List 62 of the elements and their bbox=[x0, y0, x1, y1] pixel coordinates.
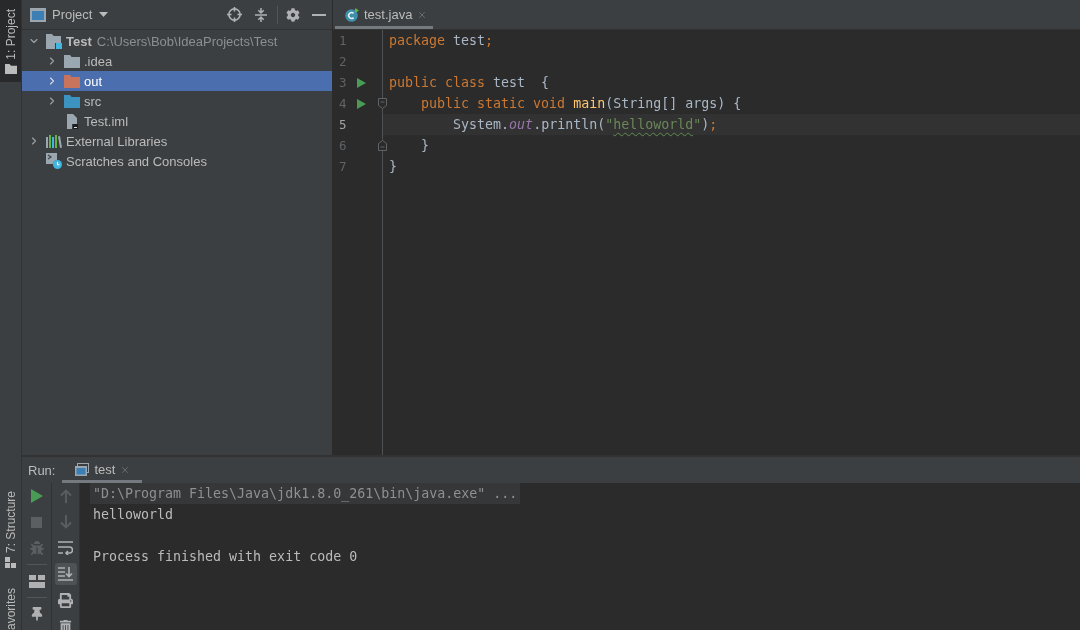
code-line: } bbox=[389, 158, 397, 176]
close-icon[interactable] bbox=[120, 464, 131, 475]
console-line: helloworld bbox=[92, 506, 175, 524]
console-window-icon bbox=[75, 463, 90, 476]
code-line: System.out.println("helloworld"); bbox=[452, 116, 718, 134]
tree-item[interactable]: src bbox=[22, 91, 332, 111]
library-icon bbox=[46, 134, 62, 148]
line-number: 5 bbox=[338, 117, 348, 132]
line-number: 3 bbox=[338, 75, 348, 90]
print-icon bbox=[58, 592, 73, 608]
tree-item[interactable]: External Libraries bbox=[22, 131, 332, 151]
panel-icon bbox=[30, 7, 46, 22]
line-number: 6 bbox=[338, 138, 348, 153]
tool-window-tab[interactable]: 7: Structure bbox=[0, 481, 21, 576]
locate-icon[interactable] bbox=[227, 7, 242, 22]
tree-item[interactable]: Test.iml bbox=[22, 111, 332, 131]
tree-item[interactable]: Test C:\Users\Bob\IdeaProjects\Test bbox=[22, 31, 332, 51]
scroll-to-end-icon bbox=[58, 567, 73, 581]
folder-icon bbox=[64, 74, 80, 88]
line-number: 2 bbox=[338, 54, 348, 69]
up-arrow-icon bbox=[59, 489, 72, 503]
minimize-icon[interactable] bbox=[312, 13, 326, 16]
tree-item[interactable]: out bbox=[22, 71, 332, 91]
fold-icon[interactable] bbox=[378, 98, 387, 109]
tree-item[interactable]: Scratches and Consoles bbox=[22, 151, 332, 171]
soft-wrap-icon bbox=[58, 541, 73, 555]
scroll-to-end-button[interactable] bbox=[54, 563, 77, 585]
settings-icon[interactable] bbox=[286, 7, 300, 22]
stop-icon bbox=[31, 516, 42, 528]
code-line: public class test { bbox=[389, 74, 550, 92]
tool-window-tab[interactable]: avorites bbox=[0, 575, 21, 630]
layout-icon bbox=[28, 574, 45, 588]
structure-icon bbox=[5, 556, 16, 568]
tool-window-tab[interactable]: 1: Project bbox=[0, 0, 21, 82]
tree-item[interactable]: .idea bbox=[22, 51, 332, 71]
code-line: package test; bbox=[389, 32, 494, 50]
line-number: 7 bbox=[338, 159, 348, 174]
run-icon bbox=[30, 489, 43, 503]
class-file-icon bbox=[345, 7, 359, 22]
bug-icon bbox=[29, 541, 44, 555]
view-dropdown[interactable]: Project bbox=[30, 7, 109, 22]
folder-icon bbox=[64, 54, 80, 68]
close-icon[interactable] bbox=[417, 9, 428, 20]
trash-icon bbox=[59, 619, 72, 630]
file-icon bbox=[66, 113, 78, 129]
run-icon[interactable] bbox=[357, 77, 366, 88]
code-line: } bbox=[420, 137, 430, 155]
line-number: 1 bbox=[338, 33, 348, 48]
module-icon bbox=[46, 33, 62, 49]
folder-icon bbox=[64, 94, 80, 108]
down-arrow-icon bbox=[59, 515, 72, 529]
line-number: 4 bbox=[338, 96, 348, 111]
caret-icon bbox=[99, 12, 109, 17]
collapse-all-icon[interactable] bbox=[254, 7, 268, 22]
folder-icon bbox=[4, 63, 17, 74]
fold-end-icon[interactable] bbox=[378, 140, 387, 151]
run-label: Run: bbox=[28, 462, 56, 478]
console-line: Process finished with exit code 0 bbox=[92, 548, 359, 566]
run-icon[interactable] bbox=[357, 98, 366, 109]
console-clock-icon bbox=[46, 153, 62, 169]
pin-icon bbox=[29, 607, 44, 621]
code-line: public static void main(String[] args) { bbox=[420, 95, 742, 113]
